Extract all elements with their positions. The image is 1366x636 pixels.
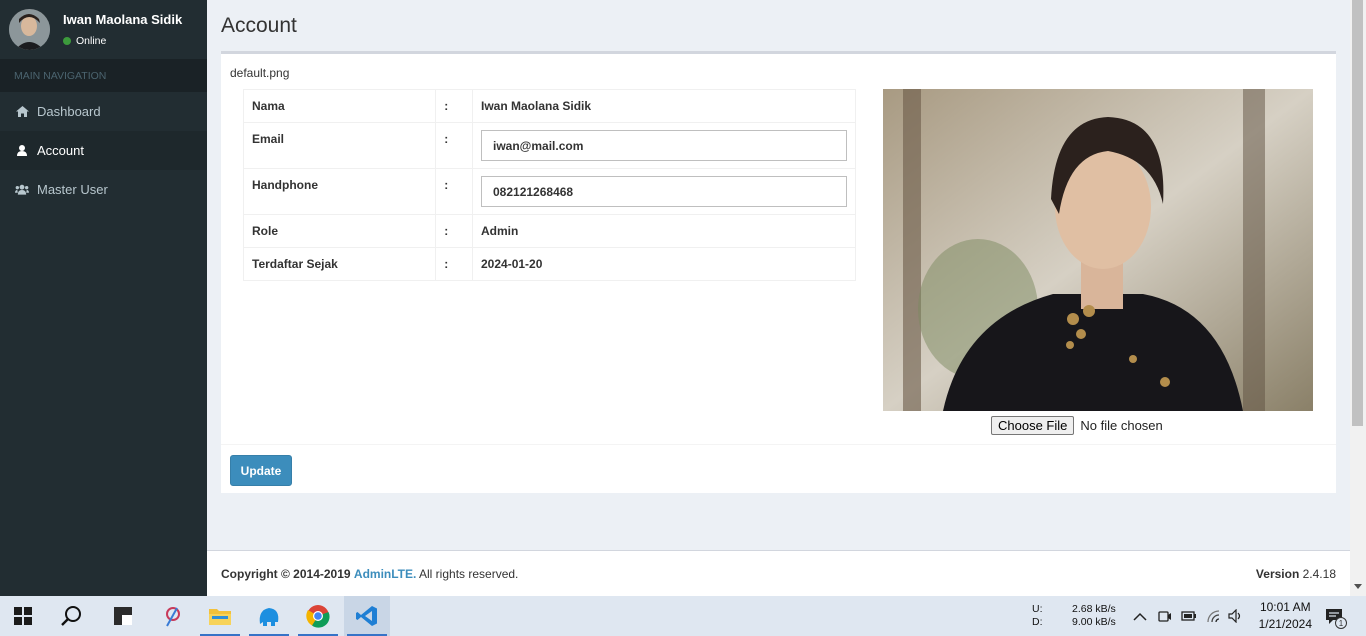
sidebar-item-label: Account xyxy=(37,143,84,158)
email-cell xyxy=(472,122,856,169)
no-file-text: No file chosen xyxy=(1080,418,1163,433)
user-status: Online xyxy=(63,35,106,47)
clock-date: 1/21/2024 xyxy=(1258,617,1312,631)
handphone-field[interactable] xyxy=(481,176,847,207)
table-row: Handphone : xyxy=(242,168,856,215)
scrollbar-thumb[interactable] xyxy=(1352,0,1363,426)
windows-start-icon[interactable] xyxy=(0,596,46,636)
row-label: Role xyxy=(242,214,437,248)
version-info: Version 2.4.18 xyxy=(1256,567,1336,581)
version-label: Version xyxy=(1255,567,1300,581)
file-upload: Choose File No file chosen xyxy=(991,416,1163,435)
notification-icon[interactable]: 1 xyxy=(1320,596,1348,636)
user-status-label: Online xyxy=(76,35,107,47)
row-label: Handphone xyxy=(242,168,437,215)
vscode-icon[interactable] xyxy=(344,596,390,636)
main-content: Account default.png Nama : Iwan Maolana … xyxy=(207,0,1350,596)
chrome-icon[interactable] xyxy=(295,596,341,636)
row-separator: : xyxy=(435,122,473,169)
sidebar: Iwan Maolana Sidik Online MAIN NAVIGATIO… xyxy=(0,0,207,596)
row-label: Terdaftar Sejak xyxy=(242,247,437,281)
user-panel: Iwan Maolana Sidik Online xyxy=(0,0,207,59)
row-separator: : xyxy=(435,168,473,215)
page-footer: Copyright © 2014-2019 AdminLTE. All righ… xyxy=(207,550,1350,596)
account-table: Nama : Iwan Maolana Sidik Email : Handph… xyxy=(242,89,856,281)
camera-icon[interactable] xyxy=(1153,596,1177,636)
handphone-cell xyxy=(472,168,856,215)
row-label: Email xyxy=(242,122,437,169)
row-separator: : xyxy=(435,89,473,123)
user-icon xyxy=(15,145,29,157)
row-separator: : xyxy=(435,214,473,248)
rights-text: All rights reserved. xyxy=(419,567,519,581)
choose-file-button[interactable]: Choose File xyxy=(991,416,1075,435)
taskbar-clock[interactable]: 10:01 AM 1/21/2024 xyxy=(1259,599,1312,633)
online-status-icon xyxy=(63,37,71,45)
sidebar-item-label: Dashboard xyxy=(37,104,101,119)
avatar xyxy=(9,9,50,50)
upload-rate: 2.68 kB/s xyxy=(1072,603,1116,615)
table-row: Nama : Iwan Maolana Sidik xyxy=(242,89,856,123)
table-row: Role : Admin xyxy=(242,214,856,248)
row-label: Nama xyxy=(242,89,437,123)
download-rate: 9.00 kB/s xyxy=(1072,616,1116,628)
box-footer: Update xyxy=(221,444,1336,493)
sidebar-item-dashboard[interactable]: Dashboard xyxy=(0,92,207,131)
account-box: default.png Nama : Iwan Maolana Sidik Em… xyxy=(221,51,1336,493)
user-name: Iwan Maolana Sidik xyxy=(63,12,183,27)
role-value: Admin xyxy=(472,214,856,248)
upload-label: U: xyxy=(1032,603,1043,615)
update-button[interactable]: Update xyxy=(230,455,292,486)
profile-photo xyxy=(883,89,1313,411)
volume-icon[interactable] xyxy=(1224,596,1248,636)
copyright: Copyright © 2014-2019 AdminLTE. All righ… xyxy=(221,567,518,581)
home-icon xyxy=(15,106,29,118)
table-row: Email : xyxy=(242,122,856,169)
name-value: Iwan Maolana Sidik xyxy=(472,89,856,123)
nav-header: MAIN NAVIGATION xyxy=(0,59,207,92)
clock-time: 10:01 AM xyxy=(1259,600,1311,614)
photo-filename: default.png xyxy=(230,66,290,80)
email-field[interactable] xyxy=(481,130,847,161)
row-separator: : xyxy=(435,247,473,281)
version-number: 2.4.18 xyxy=(1302,567,1336,581)
snipping-tool-icon[interactable] xyxy=(150,596,196,636)
battery-icon[interactable] xyxy=(1177,596,1201,636)
elephant-app-icon[interactable] xyxy=(246,596,292,636)
page-scrollbar[interactable] xyxy=(1350,0,1366,596)
task-view-icon[interactable] xyxy=(100,596,146,636)
sidebar-item-master-user[interactable]: Master User xyxy=(0,170,207,209)
wifi-icon[interactable] xyxy=(1202,596,1226,636)
notification-count: 1 xyxy=(1335,617,1347,629)
download-label: D: xyxy=(1032,616,1043,628)
scroll-down-icon[interactable] xyxy=(1354,584,1362,589)
chevron-up-icon[interactable] xyxy=(1128,596,1152,636)
sidebar-item-label: Master User xyxy=(37,182,108,197)
taskbar: U: D: 2.68 kB/s 9.00 kB/s 10:01 AM 1/21/… xyxy=(0,596,1366,636)
file-explorer-icon[interactable] xyxy=(197,596,243,636)
registered-since-value: 2024-01-20 xyxy=(472,247,856,281)
search-icon[interactable] xyxy=(49,596,95,636)
users-icon xyxy=(15,184,29,196)
adminlte-link[interactable]: AdminLTE. xyxy=(354,567,416,581)
page-title: Account xyxy=(221,14,297,37)
sidebar-item-account[interactable]: Account xyxy=(0,131,207,170)
table-row: Terdaftar Sejak : 2024-01-20 xyxy=(242,247,856,281)
copyright-prefix: Copyright © 2014-2019 xyxy=(221,567,351,581)
